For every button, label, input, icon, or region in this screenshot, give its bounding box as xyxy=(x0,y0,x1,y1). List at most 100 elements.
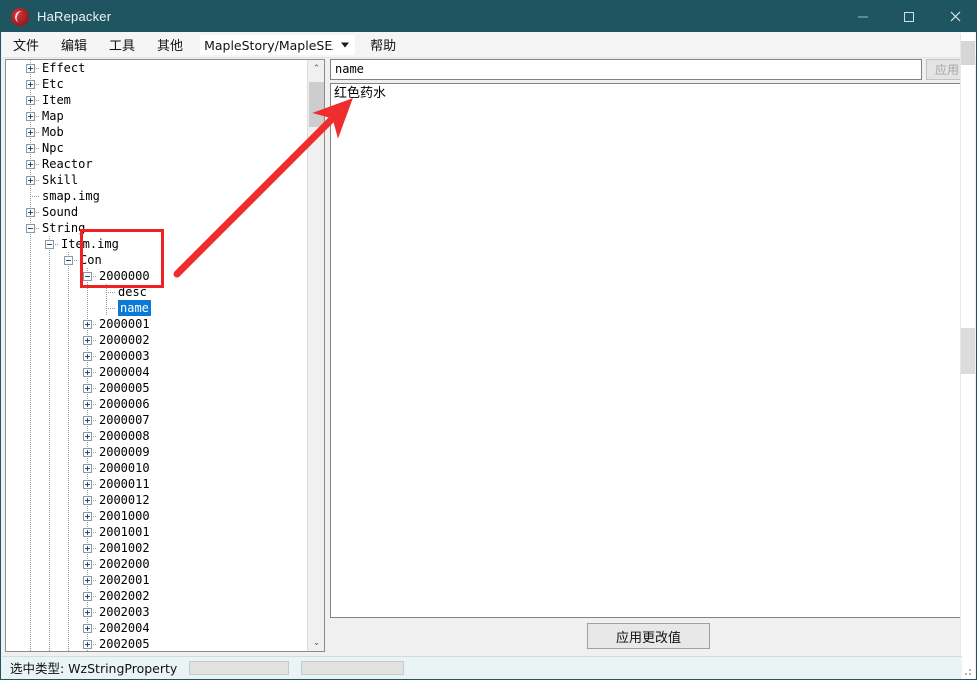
tree-node[interactable]: 2001002 xyxy=(6,540,309,556)
window-scrollbar-thumb-mid[interactable] xyxy=(961,328,975,374)
property-name-input[interactable]: name xyxy=(330,59,922,80)
tree-node[interactable]: 2000002 xyxy=(6,332,309,348)
expand-icon[interactable] xyxy=(83,384,92,393)
expand-icon[interactable] xyxy=(26,128,35,137)
tree-node-label: 2002005 xyxy=(99,637,150,651)
tree-node[interactable]: 2001001 xyxy=(6,524,309,540)
tree-node[interactable]: Npc xyxy=(6,140,309,156)
menu-item-edit[interactable]: 编辑 xyxy=(50,32,98,57)
tree-node[interactable]: smap.img xyxy=(6,188,309,204)
tree-scrollbar-thumb[interactable] xyxy=(309,82,324,127)
tree-guide-line xyxy=(68,380,69,396)
tree-node[interactable]: 2002003 xyxy=(6,604,309,620)
tree-node[interactable]: 2000009 xyxy=(6,444,309,460)
window-vertical-scrollbar[interactable] xyxy=(960,33,975,679)
minimize-icon[interactable] xyxy=(840,1,886,32)
tree-node[interactable]: 2000008 xyxy=(6,428,309,444)
tree-guide-line xyxy=(68,396,69,412)
tree-node[interactable]: 2000010 xyxy=(6,460,309,476)
expand-icon[interactable] xyxy=(83,608,92,617)
expand-icon[interactable] xyxy=(83,528,92,537)
expand-icon[interactable] xyxy=(83,640,92,649)
expand-icon[interactable] xyxy=(83,592,92,601)
tree-node[interactable]: Con xyxy=(6,252,309,268)
tree-node[interactable]: 2000006 xyxy=(6,396,309,412)
wz-file-select[interactable]: MapleStory/MapleSEA/メ xyxy=(200,34,356,55)
expand-icon[interactable] xyxy=(26,144,35,153)
tree-node[interactable]: 2002004 xyxy=(6,620,309,636)
expand-icon[interactable] xyxy=(83,544,92,553)
tree-node[interactable]: 2000003 xyxy=(6,348,309,364)
expand-icon[interactable] xyxy=(83,576,92,585)
scroll-down-icon[interactable]: ⌄ xyxy=(308,634,324,651)
tree-guide-line xyxy=(68,588,69,604)
tree-node[interactable]: Mob xyxy=(6,124,309,140)
expand-icon[interactable] xyxy=(83,560,92,569)
tree-node[interactable]: 2002005 xyxy=(6,636,309,651)
expand-icon[interactable] xyxy=(83,320,92,329)
tree-vertical-scrollbar[interactable]: ⌃ ⌄ xyxy=(307,60,324,651)
expand-icon[interactable] xyxy=(26,64,35,73)
collapse-icon[interactable] xyxy=(83,272,92,281)
tree-node[interactable]: Item.img xyxy=(6,236,309,252)
expand-icon[interactable] xyxy=(26,96,35,105)
wz-tree[interactable]: Effect Etc Item Map Mob Npc Reactor Skill smap.i… xyxy=(6,60,309,651)
expand-icon[interactable] xyxy=(83,432,92,441)
expand-icon[interactable] xyxy=(83,480,92,489)
tree-node[interactable]: name xyxy=(6,300,309,316)
tree-node-label: Item.img xyxy=(61,237,119,251)
expand-icon[interactable] xyxy=(83,496,92,505)
tree-node[interactable]: 2000012 xyxy=(6,492,309,508)
expand-icon[interactable] xyxy=(26,112,35,121)
tree-node[interactable]: 2000007 xyxy=(6,412,309,428)
menu-item-help[interactable]: 帮助 xyxy=(359,32,407,57)
menu-item-tools[interactable]: 工具 xyxy=(98,32,146,57)
expand-icon[interactable] xyxy=(83,448,92,457)
tree-node[interactable]: String xyxy=(6,220,309,236)
tree-node[interactable]: 2002001 xyxy=(6,572,309,588)
close-icon[interactable] xyxy=(932,1,976,32)
tree-node[interactable]: desc xyxy=(6,284,309,300)
expand-icon[interactable] xyxy=(83,352,92,361)
tree-node[interactable]: 2001000 xyxy=(6,508,309,524)
expand-icon[interactable] xyxy=(26,160,35,169)
tree-node[interactable]: 2000001 xyxy=(6,316,309,332)
maximize-icon[interactable] xyxy=(886,1,932,32)
tree-node[interactable]: Item xyxy=(6,92,309,108)
collapse-icon[interactable] xyxy=(64,256,73,265)
expand-icon[interactable] xyxy=(83,512,92,521)
expand-icon[interactable] xyxy=(83,416,92,425)
tree-node-label: 2000003 xyxy=(99,349,150,363)
tree-node[interactable]: Effect xyxy=(6,60,309,76)
expand-icon[interactable] xyxy=(83,336,92,345)
window-scrollbar-thumb-top[interactable] xyxy=(961,41,975,65)
expand-icon[interactable] xyxy=(26,80,35,89)
tree-node[interactable]: Sound xyxy=(6,204,309,220)
expand-icon[interactable] xyxy=(83,624,92,633)
tree-node[interactable]: Skill xyxy=(6,172,309,188)
tree-node[interactable]: 2000000 xyxy=(6,268,309,284)
property-value-textarea[interactable]: 红色药水 xyxy=(330,83,968,618)
tree-node[interactable]: 2002002 xyxy=(6,588,309,604)
menu-item-file[interactable]: 文件 xyxy=(2,32,50,57)
resize-grip-icon[interactable] xyxy=(962,666,972,676)
collapse-icon[interactable] xyxy=(26,224,35,233)
expand-icon[interactable] xyxy=(26,208,35,217)
tree-node[interactable]: 2000011 xyxy=(6,476,309,492)
apply-changes-button[interactable]: 应用更改值 xyxy=(587,623,710,649)
tree-node[interactable]: Etc xyxy=(6,76,309,92)
tree-guide-line xyxy=(106,308,116,309)
expand-icon[interactable] xyxy=(83,464,92,473)
tree-node[interactable]: Map xyxy=(6,108,309,124)
scroll-up-icon[interactable]: ⌃ xyxy=(308,60,324,77)
expand-icon[interactable] xyxy=(83,400,92,409)
tree-node[interactable]: 2002000 xyxy=(6,556,309,572)
collapse-icon[interactable] xyxy=(45,240,54,249)
tree-node[interactable]: 2000004 xyxy=(6,364,309,380)
tree-guide-line xyxy=(30,364,31,380)
tree-node[interactable]: Reactor xyxy=(6,156,309,172)
menu-item-other[interactable]: 其他 xyxy=(146,32,194,57)
expand-icon[interactable] xyxy=(83,368,92,377)
tree-node[interactable]: 2000005 xyxy=(6,380,309,396)
expand-icon[interactable] xyxy=(26,176,35,185)
